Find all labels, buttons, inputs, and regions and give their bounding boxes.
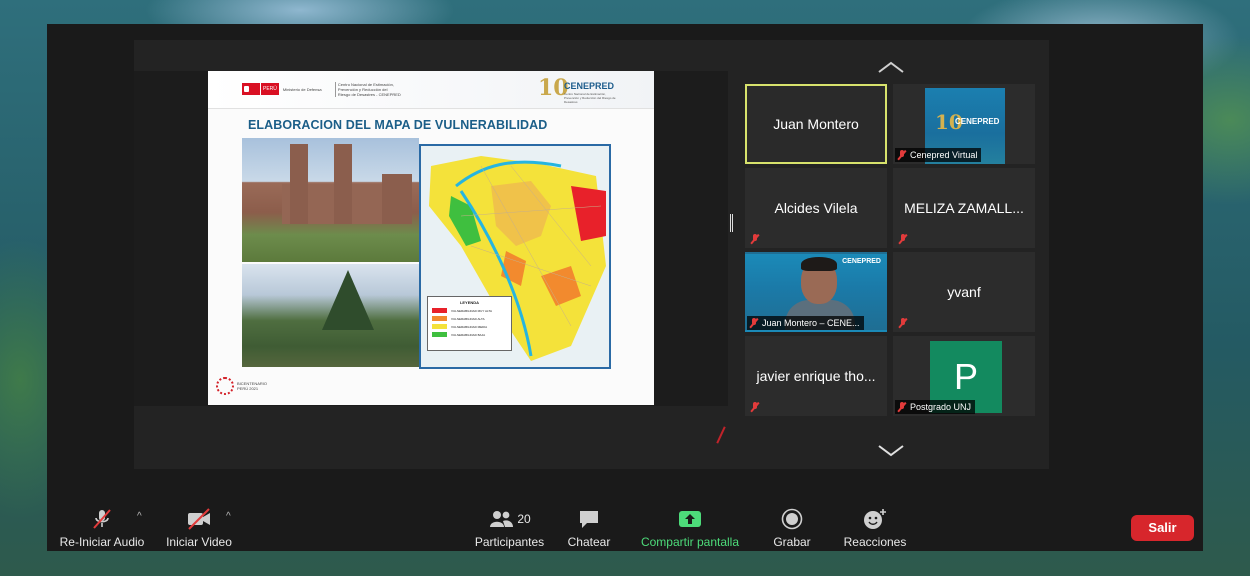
legend-swatch	[432, 316, 447, 321]
legend-title: LEYENDA	[459, 300, 480, 305]
gallery-down-arrow-icon[interactable]	[876, 442, 906, 458]
gallery-up-arrow-icon[interactable]	[876, 60, 906, 76]
reactions-label: Reacciones	[843, 535, 907, 549]
legend-item: VULNERABILIDAD MEDIA	[432, 324, 511, 329]
splitter-handle[interactable]	[730, 214, 733, 232]
slide-header: PERÚ Ministerio de Defensa Centro Nacion…	[208, 71, 654, 109]
video-gallery: Juan Montero 10 CENEPRED Cenepred Virtua…	[745, 84, 1037, 424]
record-button[interactable]: Grabar	[762, 507, 822, 549]
participant-hair	[801, 257, 837, 271]
slide-title: ELABORACION DEL MAPA DE VULNERABILIDAD	[248, 118, 548, 132]
record-icon	[781, 508, 803, 530]
legend-swatch	[432, 332, 447, 337]
chat-button[interactable]: Chatear	[559, 507, 619, 549]
participants-count: 20	[517, 512, 531, 526]
participant-tile[interactable]: Juan Montero	[745, 84, 887, 164]
legend-label: VULNERABILIDAD MUY ALTA	[451, 308, 493, 313]
video-off-icon	[188, 508, 210, 530]
video-logo: CENEPRED	[842, 258, 881, 265]
presentation-slide: PERÚ Ministerio de Defensa Centro Nacion…	[208, 71, 654, 405]
participant-tile[interactable]: MELIZA ZAMALL...	[893, 168, 1035, 248]
screen-share-area: PERÚ Ministerio de Defensa Centro Nacion…	[134, 71, 728, 444]
participant-name: yvanf	[947, 284, 981, 300]
reactions-emoji-icon	[864, 509, 886, 529]
participant-name: MELIZA ZAMALL...	[904, 200, 1024, 216]
participant-name: Alcides Vilela	[774, 200, 858, 216]
center-label: Centro Nacional de Estimación, Prevenció…	[334, 81, 401, 97]
participants-label: Participantes	[474, 535, 545, 549]
peru-flag-icon	[242, 83, 260, 95]
government-logo: PERÚ Ministerio de Defensa Centro Nacion…	[242, 81, 401, 97]
legend-label: VULNERABILIDAD BAJA	[451, 332, 486, 337]
muted-mic-icon	[897, 150, 907, 160]
cenepred-logo: 10 CENEPRED Centro Nacional de Estimació…	[538, 75, 618, 105]
cathedral-photo	[242, 138, 419, 262]
peru-label: PERÚ	[261, 83, 279, 95]
video-label: Iniciar Video	[166, 535, 232, 549]
chat-label: Chatear	[567, 535, 611, 549]
participants-button[interactable]: 20 Participantes	[462, 507, 557, 549]
participant-tile[interactable]: P Postgrado UNJ	[893, 336, 1035, 416]
muted-microphone-icon	[93, 509, 111, 529]
participant-tile[interactable]: javier enrique tho...	[745, 336, 887, 416]
participant-label: Postgrado UNJ	[895, 400, 976, 414]
map-legend: LEYENDA VULNERABILIDAD MUY ALTA VULNERAB…	[427, 296, 512, 351]
muted-mic-icon	[898, 234, 908, 244]
audio-options-caret-icon[interactable]: ^	[137, 511, 142, 522]
meeting-toolbar: Re-Iniciar Audio ^ Iniciar Video ^ 20 Pa…	[47, 501, 1203, 551]
share-screen-icon	[679, 511, 701, 527]
legend-swatch	[432, 308, 447, 313]
participant-label: Cenepred Virtual	[895, 148, 982, 162]
participant-name: Juan Montero – CENE...	[762, 318, 860, 328]
machu-picchu-photo	[242, 264, 419, 367]
muted-mic-icon	[750, 402, 760, 412]
chat-bubble-icon	[580, 511, 598, 528]
participant-name: javier enrique tho...	[756, 368, 876, 384]
bicentenario-logo: BICENTENARIO PERÚ 2021	[216, 377, 271, 395]
share-screen-label: Compartir pantalla	[640, 535, 740, 549]
logo-subtitle: Centro Nacional de Estimación, Prevenció…	[564, 92, 616, 104]
participant-label: Juan Montero – CENE...	[747, 316, 864, 330]
audio-button[interactable]: Re-Iniciar Audio	[57, 507, 147, 549]
legend-label: VULNERABILIDAD MEDIA	[451, 324, 488, 329]
annotation-mark	[716, 426, 726, 444]
ministry-label: Ministerio de Defensa	[282, 86, 322, 92]
muted-mic-icon	[898, 318, 908, 328]
video-options-caret-icon[interactable]: ^	[226, 511, 231, 522]
participant-name: Cenepred Virtual	[910, 150, 978, 160]
record-label: Grabar	[773, 535, 811, 549]
share-screen-button[interactable]: Compartir pantalla	[635, 507, 745, 549]
legend-item: VULNERABILIDAD BAJA	[432, 332, 511, 337]
muted-mic-icon	[749, 318, 759, 328]
legend-item: VULNERABILIDAD MUY ALTA	[432, 308, 511, 313]
participant-name: Postgrado UNJ	[910, 402, 972, 412]
reactions-button[interactable]: Reacciones	[835, 507, 915, 549]
muted-mic-icon	[897, 402, 907, 412]
bicentenario-label: BICENTENARIO PERÚ 2021	[237, 381, 268, 391]
participant-tile[interactable]: yvanf	[893, 252, 1035, 332]
participant-name: Juan Montero	[773, 116, 859, 132]
participants-icon	[490, 511, 514, 527]
participant-tile[interactable]: 10 CENEPRED Cenepred Virtual	[893, 84, 1035, 164]
legend-swatch	[432, 324, 447, 329]
legend-item: VULNERABILIDAD ALTA	[432, 316, 511, 321]
logo-brand: CENEPRED	[564, 81, 615, 91]
participant-tile[interactable]: Alcides Vilela	[745, 168, 887, 248]
leave-meeting-button[interactable]: Salir	[1131, 515, 1194, 541]
muted-mic-icon	[750, 234, 760, 244]
meeting-window: PERÚ Ministerio de Defensa Centro Nacion…	[47, 24, 1203, 551]
audio-label: Re-Iniciar Audio	[59, 535, 145, 549]
meeting-stage: PERÚ Ministerio de Defensa Centro Nacion…	[134, 40, 1049, 469]
legend-label: VULNERABILIDAD ALTA	[451, 316, 485, 321]
participant-tile[interactable]: CENEPRED Juan Montero – CENE...	[745, 252, 887, 332]
logo-brand: CENEPRED	[955, 117, 1000, 126]
bicentenario-icon	[216, 377, 234, 395]
